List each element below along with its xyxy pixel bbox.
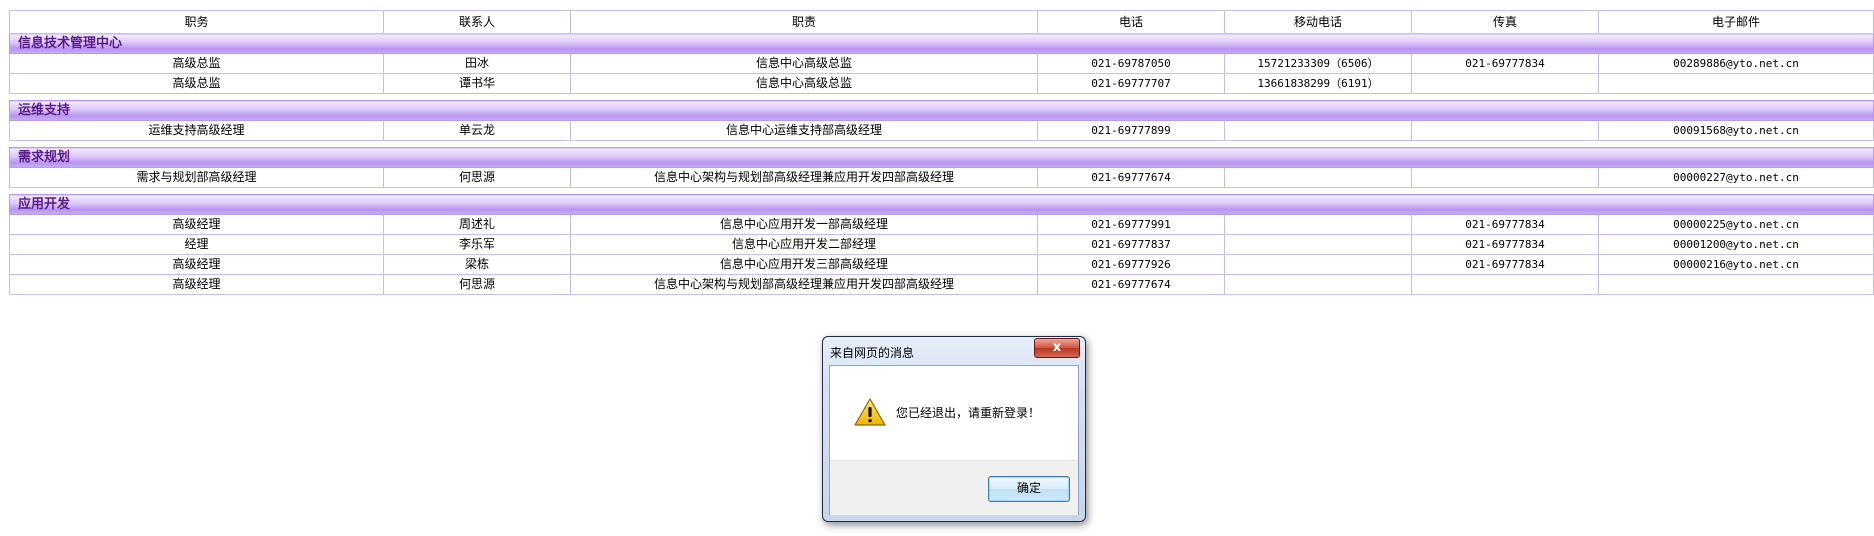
group-header: 信息技术管理中心: [9, 33, 1874, 54]
cell-duty: 信息中心高级总监: [570, 73, 1038, 94]
cell-phone: 021-69777674: [1037, 274, 1225, 295]
cell-contact: 何思源: [383, 167, 571, 188]
close-button[interactable]: x: [1034, 338, 1080, 358]
cell-fax: 021-69777834: [1411, 254, 1599, 275]
warning-icon: [854, 398, 886, 426]
message-area: 您已经退出，请重新登录！: [830, 366, 1078, 460]
cell-contact: 何思源: [383, 274, 571, 295]
cell-duty: 信息中心架构与规划部高级经理兼应用开发四部高级经理: [570, 167, 1038, 188]
cell-mobile: 13661838299（6191）: [1224, 73, 1412, 94]
cell-mobile: [1224, 214, 1412, 235]
cell-mobile: 15721233309（6506）: [1224, 53, 1412, 74]
cell-email: 00091568@yto.net.cn: [1598, 120, 1874, 141]
dialog-message: 您已经退出，请重新登录！: [896, 406, 1041, 420]
group-header: 运维支持: [9, 100, 1874, 121]
cell-contact: 单云龙: [383, 120, 571, 141]
cell-mobile: [1224, 234, 1412, 255]
cell-duty: 信息中心应用开发一部高级经理: [570, 214, 1038, 235]
cell-fax: 021-69777834: [1411, 53, 1599, 74]
group-title: 信息技术管理中心: [9, 33, 1874, 54]
cell-duty: 信息中心架构与规划部高级经理兼应用开发四部高级经理: [570, 274, 1038, 295]
cell-email: 00000225@yto.net.cn: [1598, 214, 1874, 235]
button-area: 确定: [830, 460, 1078, 515]
contact-table: 职务 联系人 职责 电话 移动电话 传真 电子邮件 信息技术管理中心 高级总监 田冰 信息中心高级总…: [9, 10, 1874, 295]
cell-title: 高级总监: [9, 53, 384, 74]
cell-fax: [1411, 73, 1599, 94]
group-header: 应用开发: [9, 194, 1874, 215]
cell-fax: [1411, 120, 1599, 141]
header-row: 职务 联系人 职责 电话 移动电话 传真 电子邮件: [9, 10, 1874, 34]
cell-fax: 021-69777834: [1411, 214, 1599, 235]
cell-title: 高级经理: [9, 274, 384, 295]
cell-title: 高级经理: [9, 254, 384, 275]
cell-phone: 021-69777926: [1037, 254, 1225, 275]
spacer-cell: [9, 187, 1874, 195]
cell-mobile: [1224, 120, 1412, 141]
cell-email: [1598, 73, 1874, 94]
table-row: 经理 李乐军 信息中心应用开发二部经理 021-69777837 021-6977783…: [9, 234, 1874, 255]
group-title: 需求规划: [9, 147, 1874, 168]
table-row: 高级总监 田冰 信息中心高级总监 021-69787050 15721233309（65…: [9, 53, 1874, 74]
cell-phone: 021-69777674: [1037, 167, 1225, 188]
alert-dialog: 来自网页的消息 x 您已经退出，请重新登录！ 确定: [822, 336, 1086, 522]
header-fax: 传真: [1411, 10, 1599, 34]
cell-phone: 021-69777899: [1037, 120, 1225, 141]
cell-email: 00001200@yto.net.cn: [1598, 234, 1874, 255]
cell-duty: 信息中心应用开发二部经理: [570, 234, 1038, 255]
cell-phone: 021-69787050: [1037, 53, 1225, 74]
table-row: 高级经理 何思源 信息中心架构与规划部高级经理兼应用开发四部高级经理 021-6977…: [9, 274, 1874, 295]
group-spacer: [9, 187, 1874, 195]
cell-contact: 梁栋: [383, 254, 571, 275]
cell-fax: [1411, 167, 1599, 188]
cell-title: 运维支持高级经理: [9, 120, 384, 141]
table-row: 高级经理 梁栋 信息中心应用开发三部高级经理 021-69777926 021-6977…: [9, 254, 1874, 275]
ok-button[interactable]: 确定: [988, 476, 1070, 502]
cell-duty: 信息中心应用开发三部高级经理: [570, 254, 1038, 275]
header-title: 职务: [9, 10, 384, 34]
table-row: 需求与规划部高级经理 何思源 信息中心架构与规划部高级经理兼应用开发四部高级经理 02…: [9, 167, 1874, 188]
cell-phone: 021-69777837: [1037, 234, 1225, 255]
cell-title: 需求与规划部高级经理: [9, 167, 384, 188]
header-contact: 联系人: [383, 10, 571, 34]
group-title: 应用开发: [9, 194, 1874, 215]
header-email: 电子邮件: [1598, 10, 1874, 34]
spacer-cell: [9, 140, 1874, 148]
dialog-title: 来自网页的消息: [830, 346, 915, 360]
cell-phone: 021-69777991: [1037, 214, 1225, 235]
header-duty: 职责: [570, 10, 1038, 34]
table-row: 高级经理 周述礼 信息中心应用开发一部高级经理 021-69777991 021-697…: [9, 214, 1874, 235]
cell-duty: 信息中心运维支持部高级经理: [570, 120, 1038, 141]
group-title: 运维支持: [9, 100, 1874, 121]
group-header: 需求规划: [9, 147, 1874, 168]
cell-email: [1598, 274, 1874, 295]
cell-contact: 田冰: [383, 53, 571, 74]
header-phone: 电话: [1037, 10, 1225, 34]
cell-contact: 周述礼: [383, 214, 571, 235]
cell-email: 00000227@yto.net.cn: [1598, 167, 1874, 188]
dialog-body: 您已经退出，请重新登录！ 确定: [829, 365, 1079, 515]
cell-mobile: [1224, 254, 1412, 275]
cell-fax: [1411, 274, 1599, 295]
cell-duty: 信息中心高级总监: [570, 53, 1038, 74]
contact-directory: 职务 联系人 职责 电话 移动电话 传真 电子邮件 信息技术管理中心 高级总监 田冰 信息中心高级总…: [9, 10, 1874, 295]
cell-contact: 李乐军: [383, 234, 571, 255]
group-spacer: [9, 140, 1874, 148]
cell-mobile: [1224, 167, 1412, 188]
cell-phone: 021-69777707: [1037, 73, 1225, 94]
cell-mobile: [1224, 274, 1412, 295]
header-mobile: 移动电话: [1224, 10, 1412, 34]
group-spacer: [9, 93, 1874, 101]
cell-fax: 021-69777834: [1411, 234, 1599, 255]
spacer-cell: [9, 93, 1874, 101]
cell-title: 高级经理: [9, 214, 384, 235]
cell-contact: 谭书华: [383, 73, 571, 94]
cell-email: 00000216@yto.net.cn: [1598, 254, 1874, 275]
cell-email: 00289886@yto.net.cn: [1598, 53, 1874, 74]
table-row: 高级总监 谭书华 信息中心高级总监 021-69777707 13661838299（6…: [9, 73, 1874, 94]
table-row: 运维支持高级经理 单云龙 信息中心运维支持部高级经理 021-69777899 0009…: [9, 120, 1874, 141]
cell-title: 高级总监: [9, 73, 384, 94]
cell-title: 经理: [9, 234, 384, 255]
